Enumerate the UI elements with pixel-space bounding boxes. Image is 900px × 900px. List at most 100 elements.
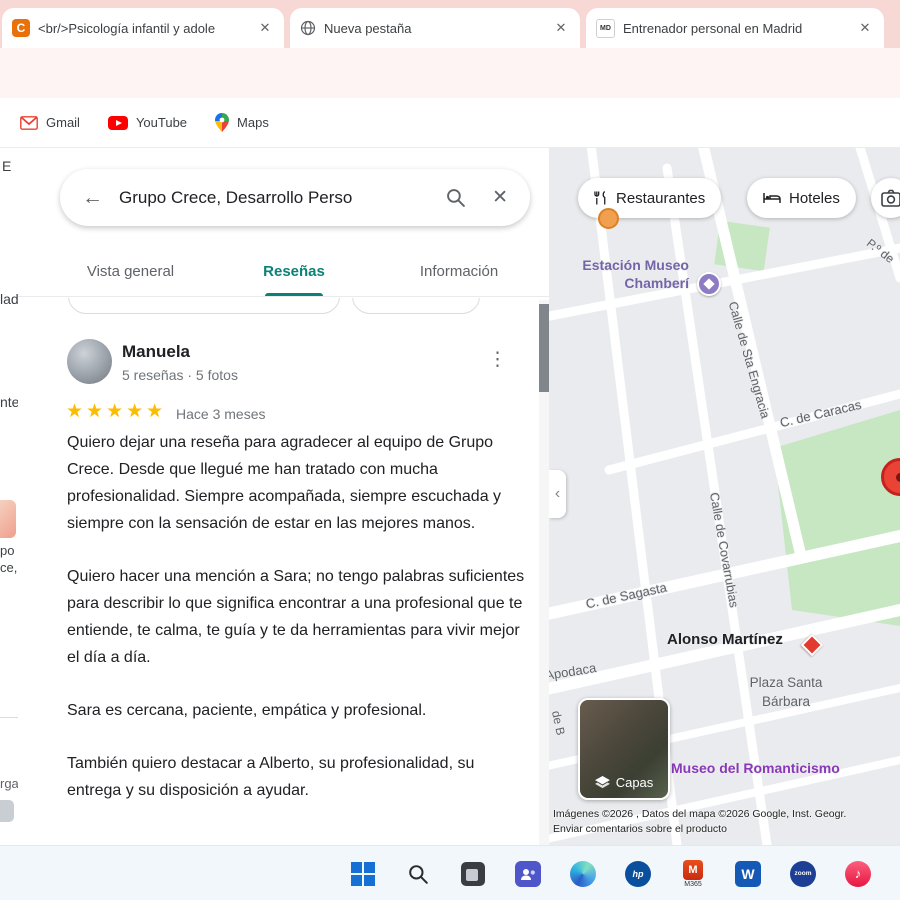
hotels-label: Hoteles [789, 189, 840, 207]
search-icon[interactable] [445, 187, 466, 208]
review-paragraph: También quiero destacar a Alberto, su pr… [67, 755, 475, 799]
panel-collapse-button[interactable]: ‹ [549, 470, 566, 518]
map-attribution: Imágenes ©2026 , Datos del mapa ©2026 Go… [553, 808, 847, 820]
map-feedback-link[interactable]: Enviar comentarios sobre el producto [553, 823, 727, 835]
snip-icon [461, 861, 485, 886]
place-pin-dot [896, 473, 900, 482]
layers-label-row: Capas [580, 775, 668, 790]
district-label-alonso-martinez[interactable]: Alonso Martínez [667, 631, 783, 648]
tab-informacion[interactable]: Información [388, 248, 530, 296]
sort-chip[interactable] [68, 298, 340, 314]
word-icon: W [735, 860, 761, 887]
panel-scrollbar-thumb[interactable] [539, 304, 549, 392]
maps-pin-icon [215, 113, 230, 132]
word-button[interactable]: W [733, 857, 763, 891]
poi-marker-orange[interactable] [598, 208, 619, 229]
m365-button[interactable]: M M365 [678, 857, 708, 891]
tab3-title: Entrenador personal en Madrid [623, 20, 803, 36]
start-button[interactable] [348, 857, 378, 891]
bookmark-gmail[interactable]: Gmail [20, 115, 80, 130]
tab1-close-icon[interactable]: ✕ [256, 20, 274, 36]
browser-tab-3[interactable]: MD Entrenador personal en Madrid ✕ [586, 8, 884, 48]
youtube-icon [107, 115, 128, 130]
browser-tab-strip: C <br/>Psicología infantil y adole ✕ Nue… [0, 0, 900, 48]
metro-diamond-icon [703, 278, 715, 290]
fragment-text: nte [0, 394, 19, 410]
plaza-label-line2: Bárbara [761, 694, 811, 709]
tab3-close-icon[interactable]: ✕ [856, 20, 874, 36]
screen: C <br/>Psicología infantil y adole ✕ Nue… [0, 0, 900, 900]
fragment-thumbnail [0, 500, 16, 538]
fragment-thumbnail [0, 800, 14, 822]
music-icon: ♪ [845, 860, 871, 887]
browser-toolbar: → google.com/maps/place/Grupo+Crece,+Des… [0, 48, 900, 141]
panel-divider [18, 296, 549, 297]
tab1-favicon: C [12, 19, 30, 37]
metro-station-marker[interactable] [697, 272, 721, 296]
sort-chips-clipped [60, 298, 530, 315]
sort-chip[interactable] [352, 298, 480, 314]
tab3-favicon-letters: MD [600, 24, 611, 32]
review-paragraph: Quiero hacer una mención a Sara; no teng… [67, 568, 525, 666]
review-text: Quiero dejar una reseña para agradecer a… [67, 429, 525, 830]
restaurant-icon [594, 190, 606, 205]
zoom-icon: zoom [790, 860, 816, 887]
reviewer-name[interactable]: Manuela [122, 342, 190, 362]
windows-taskbar: hp M M365 W zoom ♪ [0, 845, 900, 900]
plaza-label-line1: Plaza Santa [749, 675, 823, 690]
search-icon [409, 864, 428, 884]
m365-label: M365 [684, 880, 702, 888]
station-label-line2: Chamberí [624, 275, 689, 291]
snipping-tool-button[interactable] [458, 857, 488, 891]
hp-button[interactable]: hp [623, 857, 653, 891]
station-label[interactable]: Estación Museo Chamberí [549, 256, 689, 292]
station-label-line1: Estación Museo [582, 257, 689, 273]
taskbar-search-button[interactable] [403, 857, 433, 891]
hp-icon: hp [625, 860, 651, 887]
reviewer-meta: 5 reseñas · 5 fotos [122, 367, 238, 383]
clear-search-icon[interactable]: ✕ [492, 186, 508, 209]
bookmark-youtube[interactable]: YouTube [107, 115, 188, 130]
layers-label: Capas [615, 775, 654, 790]
fragment-text: po [0, 543, 15, 558]
bookmarks-bar: Gmail YouTube Maps [0, 98, 900, 148]
reviewer-avatar[interactable] [67, 339, 112, 384]
edge-icon [570, 860, 596, 887]
maps-search-value[interactable]: Grupo Crece, Desarrollo Perso [119, 188, 429, 208]
tab2-title: Nueva pestaña [324, 20, 412, 36]
maps-search-box[interactable]: ← Grupo Crece, Desarrollo Perso ✕ [60, 169, 530, 226]
tab-vista-general[interactable]: Vista general [58, 248, 203, 296]
review-paragraph: Sara es cercana, paciente, empática y pr… [67, 702, 427, 719]
tab2-close-icon[interactable]: ✕ [552, 20, 570, 36]
tab1-title: <br/>Psicología infantil y adole [38, 20, 216, 36]
teams-button[interactable] [513, 857, 543, 891]
review-age: Hace 3 meses [176, 406, 266, 422]
hotels-button[interactable]: Hoteles [747, 178, 856, 218]
fragment-divider [0, 717, 18, 718]
fragment-text: lado [0, 291, 19, 307]
chevron-left-icon: ‹ [554, 485, 561, 502]
bookmark-youtube-label: YouTube [135, 115, 188, 130]
m365-icon: M [683, 859, 703, 880]
back-arrow-icon[interactable]: ← [82, 186, 103, 210]
music-button[interactable]: ♪ [843, 857, 873, 891]
browser-tab-1[interactable]: C <br/>Psicología infantil y adole ✕ [2, 8, 284, 48]
poi-label-museo-romanticismo[interactable]: Museo del Romanticismo [671, 760, 840, 776]
review-stars: ★★★★★ [66, 401, 167, 422]
restaurants-label: Restaurantes [616, 189, 706, 207]
fragment-text: ce,... [0, 560, 18, 575]
tab-resenas[interactable]: Reseñas [233, 248, 355, 296]
gmail-icon [20, 115, 38, 130]
tab3-favicon: MD [596, 18, 615, 38]
review-menu-icon[interactable]: ⋮ [488, 348, 507, 371]
layers-button[interactable]: Capas [578, 698, 670, 800]
bookmark-maps-label: Maps [237, 115, 269, 130]
camera-icon [881, 189, 900, 207]
edge-button[interactable] [568, 857, 598, 891]
bookmark-maps[interactable]: Maps [215, 113, 269, 132]
review-paragraph: Quiero dejar una reseña para agradecer a… [67, 434, 502, 532]
map-canvas[interactable]: Restaurantes Hoteles Estación Museo Cham… [549, 148, 900, 845]
browser-tab-2[interactable]: Nueva pestaña ✕ [290, 8, 580, 48]
globe-icon [300, 20, 316, 36]
zoom-button[interactable]: zoom [788, 857, 818, 891]
